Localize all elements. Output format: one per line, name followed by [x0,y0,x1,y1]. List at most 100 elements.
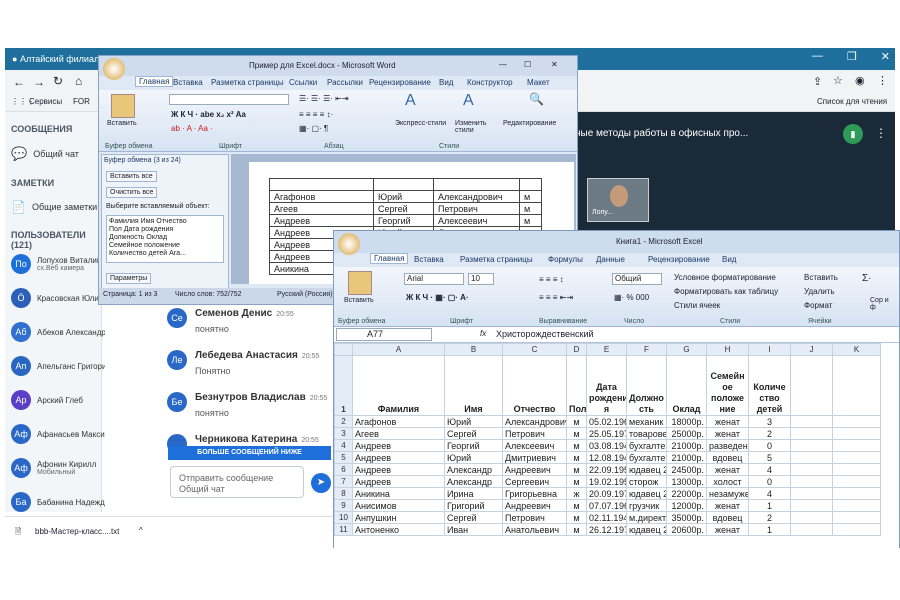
cell[interactable]: м [566,499,587,512]
cell[interactable] [832,475,881,488]
cell[interactable]: 2 [748,427,791,440]
cell[interactable]: Юрий [444,451,503,464]
word-table-cell[interactable]: Агафонов [269,190,374,203]
cell[interactable]: Георгий [444,439,503,452]
font-color-icon[interactable]: ab · A · Aa · [171,124,213,133]
cell[interactable]: 12.08.1942 [586,451,627,464]
word-table-cell[interactable]: Георгий [373,214,434,227]
row-number[interactable]: 2 [334,415,353,428]
reload-icon[interactable]: ↻ [53,74,63,88]
header-cell[interactable]: Пол [566,355,587,416]
cell[interactable]: 12000р. [666,499,707,512]
cell[interactable]: Андреев [352,439,445,452]
user-list-item[interactable]: Ар Арский Глеб [11,390,105,410]
cell[interactable]: 03.08.1944 [586,439,627,452]
minimize-icon[interactable]: — [812,50,823,63]
header-cell[interactable]: Количе ство детей [748,355,791,416]
browser-tab[interactable]: ● Алтайский филиал [6,50,98,70]
word-table-cell[interactable] [373,178,434,191]
reading-list[interactable]: Список для чтения [817,97,887,106]
cell[interactable] [790,439,833,452]
column-header[interactable]: E [586,343,627,356]
cell[interactable]: Александр [444,475,503,488]
word-tab[interactable]: Рецензирование [369,78,431,87]
cell[interactable]: м [566,439,587,452]
cell[interactable] [790,499,833,512]
cell[interactable]: 3 [748,415,791,428]
excel-paste-label[interactable]: Вставить [344,297,374,304]
cell[interactable] [832,487,881,500]
word-table-cell[interactable]: м [519,202,542,215]
user-list-item[interactable]: Ö Красовская Юлия [11,288,105,308]
header-cell[interactable]: Семейн ое положе ние [706,355,749,416]
cell[interactable]: Сергей [444,511,503,524]
profile-icon[interactable]: ◉ [855,74,865,87]
cell[interactable]: 22000р. [666,487,707,500]
forward-icon[interactable]: → [33,75,45,89]
excel-tab[interactable]: Вставка [414,255,444,264]
change-styles-icon[interactable]: A [463,92,474,110]
cell[interactable]: Аникина [352,487,445,500]
cell[interactable]: юдавец 2к [626,463,667,476]
cell[interactable]: м [566,511,587,524]
cell[interactable]: м [566,415,587,428]
word-table-cell[interactable]: м [519,190,542,203]
status-lang[interactable]: Русский (Россия) [277,291,333,298]
user-list-item[interactable]: Ап Апельганс Григорий [11,356,105,376]
bookmark-services[interactable]: Сервисы [29,97,62,106]
excel-tab[interactable]: Данные [596,255,625,264]
row-number[interactable]: 11 [334,523,353,536]
format-cells-button[interactable]: Формат [804,301,832,310]
select-all-corner[interactable] [334,343,353,356]
cell[interactable]: 02.11.1949 [586,511,627,524]
cell[interactable]: Петрович [502,427,567,440]
cell[interactable]: Григорьевна [502,487,567,500]
cell[interactable]: 13000р. [666,475,707,488]
sum-icon[interactable]: Σ· [862,273,872,284]
user-list-item[interactable]: Аф Афонин Кирилл Мобильный [11,458,105,478]
font-name-select[interactable] [169,94,289,105]
word-table-cell[interactable]: Петрович [433,202,520,215]
cell[interactable]: 21000р. [666,451,707,464]
cell[interactable]: женат [706,523,749,536]
excel-tab[interactable]: Вид [722,255,736,264]
row-number[interactable]: 5 [334,451,353,464]
clipboard-item[interactable]: Фамилия Имя Отчество Пол Дата рождения Дол… [106,215,224,263]
word-table-cell[interactable] [433,178,520,191]
word-tab[interactable]: Ссылки [289,78,317,87]
word-tab[interactable]: Макет [527,78,550,87]
cell[interactable]: Сергей [444,427,503,440]
row-number[interactable]: 9 [334,499,353,512]
word-tab[interactable]: Конструктор [467,78,513,87]
cell[interactable] [832,511,881,524]
word-tab[interactable]: Главная [135,76,174,87]
cell[interactable]: 25000р. [666,427,707,440]
word-tab[interactable]: Вид [439,78,453,87]
excel-font-size[interactable]: 10 [468,273,494,285]
column-header[interactable]: H [706,343,749,356]
format-table-button[interactable]: Форматировать как таблицу [674,287,778,296]
word-close-icon[interactable]: ✕ [551,60,558,69]
column-header[interactable]: B [444,343,503,356]
editing-label[interactable]: Редактирование [503,120,556,127]
header-cell[interactable]: Дата рождени я [586,355,627,416]
cell[interactable]: 21000р. [666,439,707,452]
paste-all-button[interactable]: Вставить все [106,171,157,182]
header-cell[interactable]: Должно сть [626,355,667,416]
sort-filter-label[interactable]: Сор и ф [870,297,896,311]
find-icon[interactable]: 🔍 [529,92,544,106]
cell[interactable]: м [566,523,587,536]
cell[interactable]: 1 [748,523,791,536]
cell[interactable]: холост [706,475,749,488]
header-cell[interactable] [790,355,833,416]
shading-icons[interactable]: ▦· ▢· ¶ [299,124,328,133]
cell[interactable]: товаровед [626,427,667,440]
column-header[interactable]: F [626,343,667,356]
cell[interactable]: 05.02.1964 [586,415,627,428]
cell[interactable] [832,499,881,512]
cell[interactable]: Юрий [444,415,503,428]
excel-align-icons[interactable]: ≡ ≡ ≡ ↕ [539,275,564,284]
cell[interactable]: Сергеевич [502,475,567,488]
column-header[interactable]: K [832,343,881,356]
home-icon[interactable]: ⌂ [75,74,82,88]
